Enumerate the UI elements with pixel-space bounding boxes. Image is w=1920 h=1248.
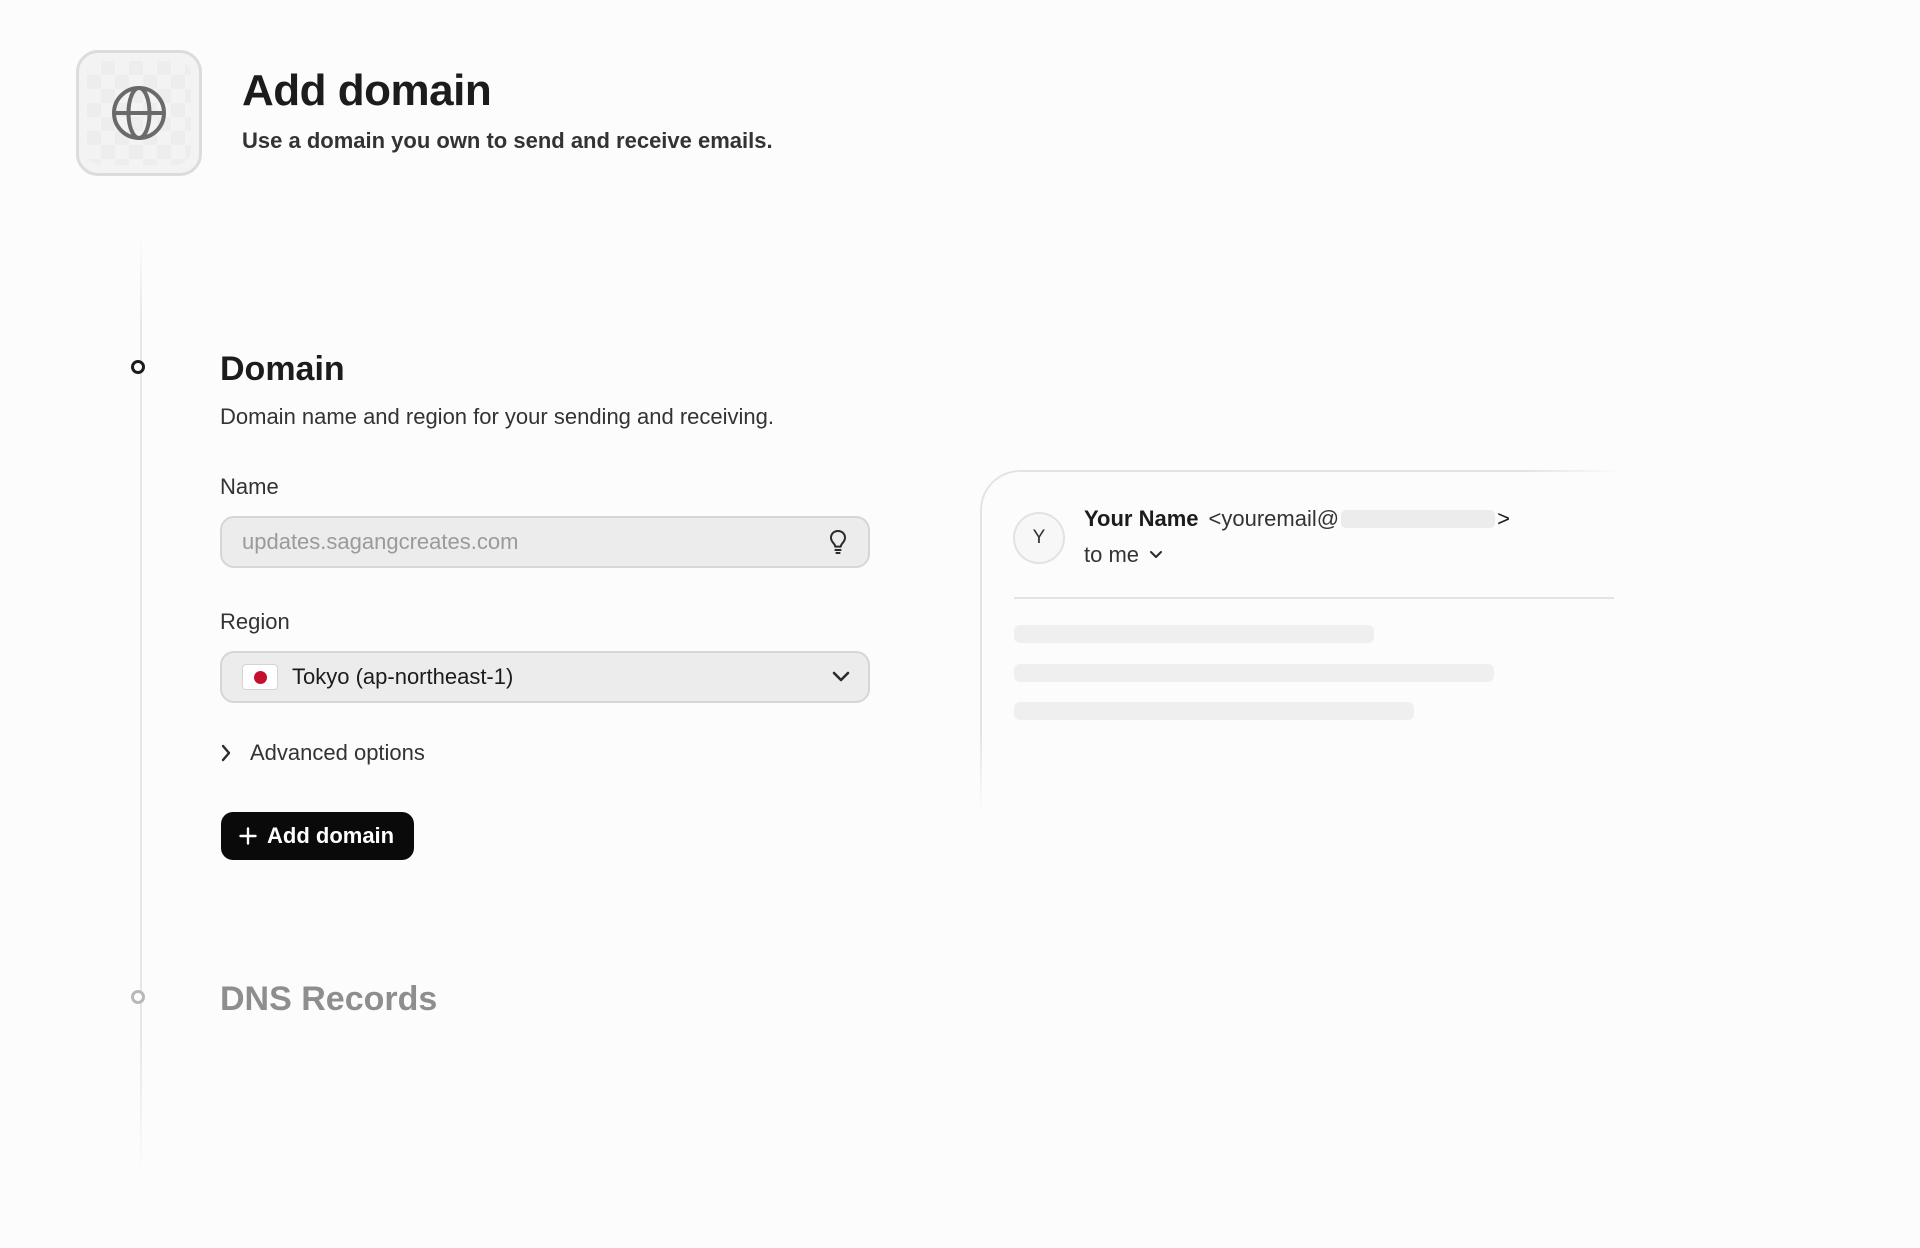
domain-section-title: Domain xyxy=(220,350,345,388)
redacted-domain-placeholder xyxy=(1341,510,1496,528)
domain-logo-tile xyxy=(76,50,202,176)
sender-name: Your Name xyxy=(1084,506,1199,531)
lightbulb-icon[interactable] xyxy=(822,529,854,555)
chevron-right-icon xyxy=(221,744,231,762)
globe-icon xyxy=(112,86,166,140)
sender-email-suffix: > xyxy=(1497,506,1510,531)
email-recipient-line: to me xyxy=(1084,542,1163,568)
recipient-label: to me xyxy=(1084,542,1140,567)
sender-email-prefix: <youremail@ xyxy=(1208,506,1340,531)
name-field-label: Name xyxy=(220,474,279,499)
advanced-options-label: Advanced options xyxy=(250,740,425,765)
domain-name-input[interactable] xyxy=(222,529,822,555)
region-select-value: Tokyo (ap-northeast-1) xyxy=(292,664,514,689)
sender-avatar: Y xyxy=(1013,512,1065,564)
page-subtitle: Use a domain you own to send and receive… xyxy=(242,128,773,153)
name-input-wrapper xyxy=(220,516,870,568)
step-indicator-domain xyxy=(131,360,145,374)
add-domain-button[interactable]: Add domain xyxy=(221,812,415,860)
email-body-skeleton-line xyxy=(1014,664,1494,682)
step-timeline-line xyxy=(140,236,142,1176)
page-title: Add domain xyxy=(242,66,492,115)
region-field-label: Region xyxy=(220,609,290,634)
advanced-options-toggle[interactable]: Advanced options xyxy=(220,740,425,766)
step-indicator-dns-records xyxy=(131,990,145,1004)
domain-section-description: Domain name and region for your sending … xyxy=(220,404,774,429)
email-sender-line: Your Name <youremail@ > xyxy=(1084,506,1510,532)
chevron-down-icon xyxy=(832,671,850,682)
region-select[interactable]: Tokyo (ap-northeast-1) xyxy=(220,651,870,703)
japan-flag-icon xyxy=(242,664,278,690)
email-body-skeleton-line xyxy=(1014,625,1374,643)
add-domain-button-label: Add domain xyxy=(267,823,395,848)
chevron-down-icon xyxy=(1150,551,1163,558)
plus-icon xyxy=(239,827,257,845)
email-preview-divider xyxy=(1014,597,1614,599)
dns-records-section-title: DNS Records xyxy=(220,980,438,1018)
email-body-skeleton-line xyxy=(1014,702,1414,720)
